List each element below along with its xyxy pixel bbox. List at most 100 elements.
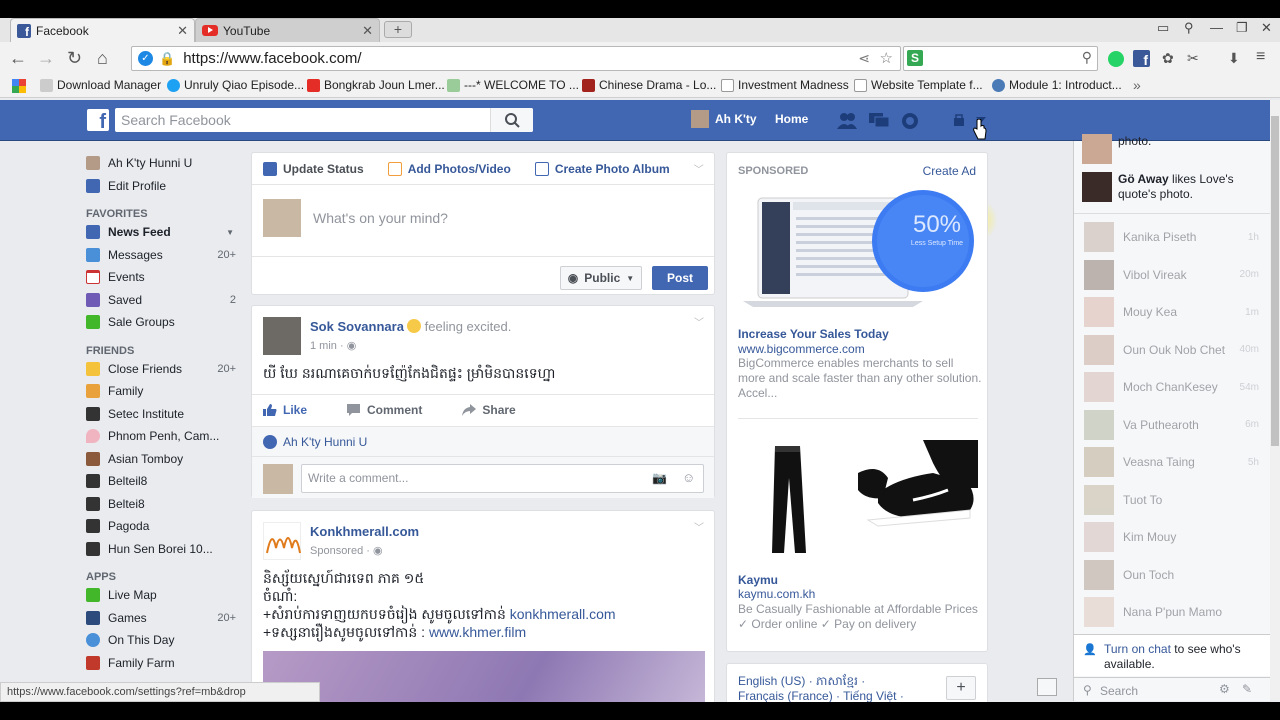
comment-input[interactable]: Write a comment... — [301, 464, 704, 493]
chat-friend[interactable]: Oun Toch — [1084, 559, 1259, 591]
notifications-globe-icon[interactable] — [900, 111, 920, 131]
nav-messages[interactable]: Messages 20+ — [86, 244, 236, 267]
restore-icon[interactable]: ❐ — [1236, 20, 1248, 36]
privacy-selector[interactable]: ◉ Public ▼ — [560, 266, 642, 290]
messages-icon[interactable] — [868, 111, 890, 131]
ad-title[interactable]: Kaymu — [738, 573, 778, 587]
facebook-logo-icon[interactable]: f — [87, 109, 109, 131]
download-icon[interactable]: ⬇ — [1228, 50, 1240, 67]
pin-icon[interactable]: ⚲ — [1184, 20, 1194, 36]
composer-input[interactable]: What's on your mind? — [313, 210, 448, 226]
bookmark-item[interactable]: Unruly Qiao Episode... — [167, 78, 304, 92]
bookmark-item[interactable]: Chinese Drama - Lo... — [582, 78, 716, 92]
chat-friend[interactable]: Va Puthearoth 6m — [1084, 409, 1259, 441]
post-time[interactable]: Sponsored — [310, 545, 363, 557]
bookmark-item[interactable]: ---* WELCOME TO ... — [447, 78, 579, 92]
post-time[interactable]: 1 min — [310, 340, 337, 352]
nav-news-feed[interactable]: News Feed ▼ — [86, 221, 236, 244]
nav-friend-list[interactable]: Family — [86, 380, 236, 403]
nav-friend-list[interactable]: Asian Tomboy — [86, 448, 236, 471]
address-bar[interactable]: ✓ 🔒 https://www.facebook.com/ ⋖ ☆ — [131, 46, 901, 71]
bigcommerce-ad-image[interactable] — [738, 183, 978, 313]
nav-app[interactable]: Live Map — [86, 584, 236, 607]
liked-by-name[interactable]: Ah K'ty Hunni U — [283, 435, 367, 449]
bookmark-item[interactable]: Module 1: Introduct... — [992, 78, 1122, 92]
chat-window-icon[interactable]: ▭ — [1157, 20, 1169, 36]
menu-icon[interactable]: ≡ — [1256, 48, 1265, 66]
scrollbar-thumb[interactable] — [1271, 116, 1279, 446]
nav-friend-list[interactable]: Beltei8 — [86, 493, 236, 516]
post-author[interactable]: Sok Sovannara — [310, 319, 404, 334]
language-links[interactable]: English (US) · ភាសាខ្មែរ · — [738, 674, 904, 689]
chat-settings-gear-icon[interactable]: ⚙ — [1219, 682, 1230, 696]
chat-friend[interactable]: Veasna Taing 5h — [1084, 446, 1259, 478]
tab-close-icon[interactable]: ✕ — [177, 23, 188, 39]
bookmark-item[interactable]: Download Manager — [40, 78, 161, 92]
nav-friend-list[interactable]: Belteil8 — [86, 470, 236, 493]
chat-friend[interactable]: Kim Mouy — [1084, 521, 1259, 553]
nav-profile[interactable]: Ah K'ty Hunni U — [86, 152, 236, 175]
ticker-item[interactable]: photo. — [1082, 134, 1151, 164]
reload-icon[interactable]: ↻ — [67, 48, 82, 69]
search-icon[interactable]: ⚲ — [1082, 49, 1092, 66]
ad-url[interactable]: www.bigcommerce.com — [738, 342, 865, 356]
ticker-item[interactable]: Gö Away likes Love's quote's photo. — [1082, 172, 1270, 202]
like-button[interactable]: Like — [263, 403, 307, 417]
whatsapp-icon[interactable] — [1108, 51, 1124, 67]
camera-icon[interactable]: 📷 — [652, 471, 667, 485]
close-window-icon[interactable]: ✕ — [1261, 20, 1272, 36]
tab-update-status[interactable]: Update Status — [263, 161, 364, 176]
tab-youtube[interactable]: YouTube ✕ — [195, 18, 380, 42]
bookmark-item[interactable]: Investment Madness — [721, 78, 849, 92]
chat-friend[interactable]: Vibol Vireak 20m — [1084, 259, 1259, 291]
friend-requests-icon[interactable] — [836, 111, 858, 131]
post-link[interactable]: konkhmerall.com — [510, 606, 616, 622]
tab-close-icon[interactable]: ✕ — [362, 23, 373, 39]
comment-button[interactable]: Comment — [347, 403, 422, 417]
scissors-icon[interactable]: ✂ — [1187, 50, 1199, 67]
profile-link[interactable]: Ah K'ty — [691, 110, 757, 128]
nav-app[interactable]: On This Day — [86, 629, 236, 652]
tab-facebook[interactable]: f Facebook ✕ — [10, 18, 195, 42]
nav-events[interactable]: Events — [86, 266, 236, 289]
nav-friend-list[interactable]: Close Friends 20+ — [86, 358, 236, 381]
new-tab-button[interactable]: + — [384, 21, 412, 38]
nav-app[interactable]: Games 20+ — [86, 607, 236, 630]
post-author[interactable]: Konkhmerall.com — [310, 524, 419, 539]
more-languages-button[interactable]: + — [946, 676, 976, 700]
share-icon[interactable]: ⋖ — [858, 50, 870, 67]
page-scrollbar[interactable] — [1270, 100, 1280, 700]
home-icon[interactable]: ⌂ — [97, 48, 108, 69]
bookmark-item[interactable]: Website Template f... — [854, 78, 983, 92]
konkhmerall-logo-icon[interactable] — [263, 522, 301, 560]
nav-friend-list[interactable]: Phnom Penh, Cam... — [86, 425, 236, 448]
emoji-icon[interactable]: ☺ — [682, 470, 695, 485]
compose-message-icon[interactable]: ✎ — [1242, 682, 1252, 696]
avatar[interactable] — [263, 317, 301, 355]
nav-friend-list[interactable]: Pagoda — [86, 515, 236, 538]
home-link[interactable]: Home — [775, 112, 808, 126]
tab-create-album[interactable]: Create Photo Album — [534, 161, 670, 176]
nav-friend-list[interactable]: Setec Institute — [86, 403, 236, 426]
ad-title[interactable]: Increase Your Sales Today — [738, 327, 889, 341]
apps-grid-icon[interactable] — [12, 79, 26, 93]
chevron-down-icon[interactable]: ﹀ — [694, 161, 704, 176]
kaymu-ad-image[interactable] — [738, 438, 978, 558]
nav-app[interactable]: Family Farm — [86, 652, 236, 675]
chat-search[interactable]: ⚲ Search ⚙ ✎ — [1074, 677, 1271, 701]
photo-upload-icon[interactable] — [1037, 678, 1057, 696]
bookmark-item[interactable]: Bongkrab Joun Lmer... — [307, 78, 445, 92]
star-icon[interactable]: ☆ — [880, 49, 893, 67]
post-button[interactable]: Post — [652, 266, 708, 290]
extension-search-box[interactable]: S ⚲ — [903, 46, 1098, 71]
post-link[interactable]: www.khmer.film — [429, 624, 526, 640]
more-bookmarks-icon[interactable]: » — [1133, 77, 1141, 93]
chat-friend[interactable]: Moch ChanKesey 54m — [1084, 371, 1259, 403]
nav-saved[interactable]: Saved 2 — [86, 289, 236, 312]
minimize-icon[interactable]: — — [1210, 20, 1223, 35]
nav-sale-groups[interactable]: Sale Groups — [86, 311, 236, 334]
chat-friend[interactable]: Nana P'pun Mamo — [1084, 596, 1259, 628]
nav-edit-profile[interactable]: Edit Profile — [86, 175, 236, 198]
privacy-shortcuts-icon[interactable] — [952, 113, 968, 127]
share-button[interactable]: Share — [462, 403, 516, 417]
